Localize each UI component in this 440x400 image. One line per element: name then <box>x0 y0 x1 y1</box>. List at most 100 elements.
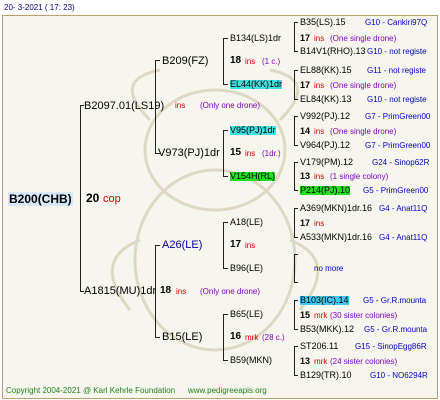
gen3-ins-label-3: ins <box>314 127 325 136</box>
connector <box>223 130 224 176</box>
connector <box>294 208 295 237</box>
connector <box>294 116 295 145</box>
gen3-note-4: (1 single colony) <box>330 172 389 181</box>
connector <box>155 245 160 246</box>
gen4-link-13[interactable]: G15 - SinopEgg86R <box>355 343 427 351</box>
gen2-note-2: (1dr.) <box>262 149 281 158</box>
gen1-note-1: (Only one drone) <box>200 101 261 110</box>
connector <box>294 162 298 163</box>
connector <box>294 237 298 238</box>
gen1-ins-label-2: ins <box>176 287 187 296</box>
gen2-ins-number-3: 17 <box>230 239 242 250</box>
gen4-name-10[interactable]: A533(MKN)1dr.16 <box>300 233 372 242</box>
gen2-ins-label-3: ins <box>245 241 256 250</box>
gen4-link-3[interactable]: G11 - not registe <box>367 67 426 75</box>
gen4-link-11[interactable]: G5 - Gr.R.mounta <box>363 297 426 305</box>
gen4-name-13[interactable]: ST206.11 <box>300 342 338 351</box>
gen3-note-2: (One single drone) <box>330 81 397 90</box>
connector <box>294 22 295 51</box>
gen3-name-7[interactable]: B65(LE) <box>230 310 263 319</box>
gen3-ins-number-4: 13 <box>300 171 311 181</box>
gen4-name-2[interactable]: B14V1(RHO).13 <box>300 47 366 56</box>
gen3-name-3[interactable]: V95(PJ)1dr <box>230 126 276 135</box>
gen3-name-8[interactable]: B59(MKN) <box>230 356 272 365</box>
gen4-name-8[interactable]: P214(PJ).10 <box>300 186 351 195</box>
footer-url[interactable]: www.pedigreeapis.org <box>188 387 267 395</box>
gen4-name-11[interactable]: B103(IC).14 <box>300 296 349 305</box>
gen2-note-4: (28 c.) <box>262 333 285 342</box>
gen4-link-2[interactable]: G10 - not registe <box>367 48 427 56</box>
connector <box>223 38 224 84</box>
gen4-name-14[interactable]: B129(TR).10 <box>300 371 352 380</box>
gen3-ins-number-5: 17 <box>300 218 311 228</box>
gen3-ins-number-3: 14 <box>300 126 311 136</box>
connector <box>223 222 228 223</box>
gen4-link-7[interactable]: G24 - Sinop62R <box>372 159 429 167</box>
gen2-ins-number-4: 16 <box>230 331 242 342</box>
gen3-ins-label-4: ins <box>314 172 325 181</box>
gen4-name-9[interactable]: A369(MKN)1dr.16 <box>300 204 372 213</box>
connector <box>294 162 295 190</box>
gen2-name-1[interactable]: B209(FZ) <box>162 56 208 67</box>
header-date: 20- 3-2021 ( 17: 23) <box>4 3 75 12</box>
gen3-note-3: (One single drone) <box>330 127 397 136</box>
gen4-name-7[interactable]: V179(PM).12 <box>300 158 353 167</box>
connector <box>294 70 295 99</box>
gen4-link-14[interactable]: G10 - NO6294R <box>370 372 428 380</box>
gen3-name-6[interactable]: B96(LE) <box>230 264 263 273</box>
gen1-ins-number-2: 18 <box>160 285 172 296</box>
gen2-ins-label-1: ins <box>245 57 256 66</box>
connector <box>223 268 228 269</box>
gen4-name-4[interactable]: EL84(KK).13 <box>300 95 352 104</box>
footer-copyright: Copyright 2004-2021 @ Karl Kehrle Founda… <box>6 386 176 395</box>
gen3-name-5[interactable]: A18(LE) <box>230 218 263 227</box>
connector <box>294 346 295 375</box>
gen3-note-8: (24 sister colonies) <box>330 357 398 366</box>
gen2-ins-label-2: ins <box>245 149 256 158</box>
gen2-name-4[interactable]: B15(LE) <box>162 332 202 343</box>
gen4-link-10[interactable]: G4 - Anat11Q <box>379 234 427 242</box>
gen1-name-2[interactable]: A1815(MU)1dr <box>84 286 156 297</box>
gen2-name-2[interactable]: V973(PJ)1dr <box>158 148 220 159</box>
connector <box>223 314 224 360</box>
connector <box>80 105 81 291</box>
gen1-name-1[interactable]: B2097.01(LS19) <box>84 101 164 112</box>
gen2-ins-number-1: 18 <box>230 55 242 66</box>
connector <box>294 254 295 282</box>
gen3-name-1[interactable]: B134(LS)1dr <box>230 34 281 43</box>
gen4-link-4[interactable]: G10 - not registe <box>367 96 427 104</box>
connector <box>294 329 298 330</box>
root-ins-label: cop <box>103 193 121 205</box>
root-queen-name[interactable]: B200(CHB) <box>8 192 73 206</box>
no-more-label: no more <box>314 264 344 273</box>
gen4-link-8[interactable]: G5 - PrimGreen00 <box>363 187 428 195</box>
connector <box>294 300 295 329</box>
gen3-name-4[interactable]: V154H(RL) <box>230 172 276 181</box>
connector <box>223 38 228 39</box>
gen4-name-6[interactable]: V964(PJ).12 <box>300 141 350 150</box>
connector <box>223 360 228 361</box>
connector <box>223 314 228 315</box>
gen4-link-6[interactable]: G7 - PrimGreen00 <box>365 142 430 150</box>
connector <box>155 60 160 61</box>
connector <box>294 190 298 191</box>
gen4-name-1[interactable]: B35(LS).15 <box>300 18 346 27</box>
gen4-link-5[interactable]: G7 - PrimGreen00 <box>365 113 430 121</box>
connector <box>223 222 224 268</box>
gen4-link-1[interactable]: G10 - Cankiri97Q <box>365 19 427 27</box>
gen3-ins-number-1: 17 <box>300 33 311 43</box>
connector <box>294 208 298 209</box>
gen3-ins-number-7: 15 <box>300 310 311 320</box>
gen3-note-7: (30 sister colonies) <box>330 311 398 320</box>
connector <box>294 22 298 23</box>
connector <box>223 84 228 85</box>
gen2-ins-label-4: mrk <box>245 333 259 342</box>
connector <box>294 116 298 117</box>
gen4-name-5[interactable]: V992(PJ).12 <box>300 112 350 121</box>
gen4-link-12[interactable]: G5 - Gr.R.mounta <box>364 326 427 334</box>
gen2-name-3[interactable]: A26(LE) <box>162 240 202 251</box>
gen4-link-9[interactable]: G4 - Anat11Q <box>379 205 427 213</box>
gen3-name-2[interactable]: EL44(KK)1dr <box>230 80 283 89</box>
gen4-name-3[interactable]: EL88(KK).15 <box>300 66 352 75</box>
gen4-name-12[interactable]: B53(MKK).12 <box>300 325 354 334</box>
